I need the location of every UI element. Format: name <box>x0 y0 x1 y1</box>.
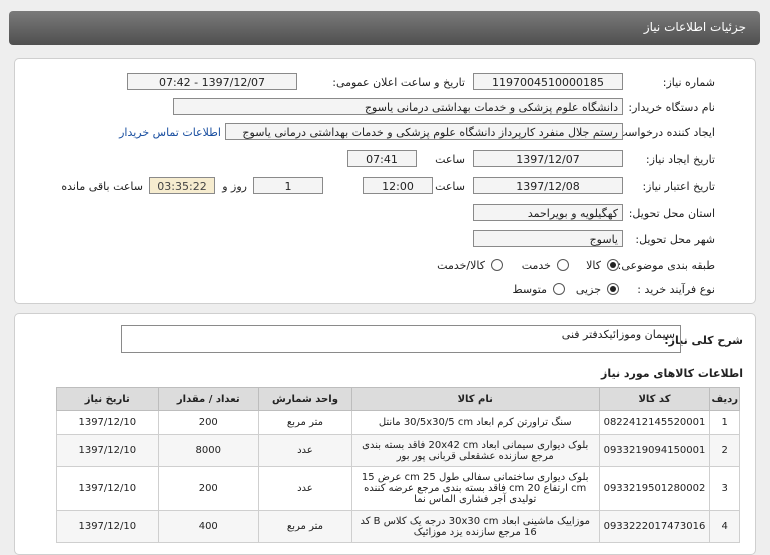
cell-name: بلوک دیواری ساختمانی سفالی طول 25 cm عرض… <box>350 466 600 511</box>
table-header-row: ردیف کد کالا نام کالا واحد شمارش تعداد /… <box>56 387 740 411</box>
contact-buyer-link[interactable]: اطلاعات تماس خریدار <box>119 126 221 139</box>
cell-index: 3 <box>709 466 740 511</box>
cell-unit: متر مربع <box>257 510 352 543</box>
category-service-radio[interactable] <box>557 259 569 271</box>
cell-date: 1397/12/10 <box>56 434 159 467</box>
category-goods-label: کالا <box>586 259 601 272</box>
valid-date-field: 1397/12/08 <box>473 177 623 194</box>
remaining-time-field: 03:35:22 <box>149 177 215 194</box>
cell-code: 0933219094150001 <box>598 434 711 467</box>
cell-index: 1 <box>709 410 740 435</box>
create-time-label: ساعت <box>435 153 465 166</box>
days-label: روز و <box>222 180 247 193</box>
need-number-field: 1197004510000185 <box>473 73 623 90</box>
buyer-field: دانشگاه علوم پزشکی و خدمات بهداشتی درمان… <box>173 98 623 115</box>
cell-name: بلوک دیواری سیمانی ابعاد 20x42 cm فاقد ب… <box>350 434 600 467</box>
goods-title: اطلاعات کالاهای مورد نیاز <box>601 367 743 380</box>
col-unit: واحد شمارش <box>257 387 352 411</box>
city-label: شهر محل تحویل: <box>635 233 715 246</box>
col-qty: تعداد / مقدار <box>157 387 259 411</box>
buyer-label: نام دستگاه خریدار: <box>628 101 715 114</box>
create-time-field: 07:41 <box>347 150 417 167</box>
page-header: جزئیات اطلاعات نیاز <box>9 11 760 45</box>
cell-index: 4 <box>709 510 740 543</box>
cell-index: 2 <box>709 434 740 467</box>
province-field: کهگیلویه و بویراحمد <box>473 204 623 221</box>
remaining-label: ساعت باقی مانده <box>61 180 143 193</box>
table-row: 4 0933222017473016 موزاییک ماشینی ابعاد … <box>56 510 740 543</box>
city-field: یاسوج <box>473 230 623 247</box>
summary-text: سیمان وموزائیکدفتر فنی <box>121 325 681 353</box>
create-date-label: تاریخ ایجاد نیاز: <box>645 153 715 166</box>
col-date: تاریخ نیاز <box>56 387 159 411</box>
cell-name: سنگ تراورتن کرم ابعاد 30/5x30/5 cm مانتل <box>350 410 600 435</box>
table-row: 2 0933219094150001 بلوک دیواری سیمانی اب… <box>56 434 740 467</box>
cell-unit: عدد <box>257 434 352 467</box>
cell-date: 1397/12/10 <box>56 510 159 543</box>
goods-panel: شرح کلی نیاز: سیمان وموزائیکدفتر فنی اطل… <box>14 313 756 555</box>
announce-field: 1397/12/07 - 07:42 <box>127 73 297 90</box>
need-details-panel: شماره نیاز: 1197004510000185 تاریخ و ساع… <box>14 58 756 304</box>
page-title: جزئیات اطلاعات نیاز <box>643 20 746 34</box>
valid-time-field: 12:00 <box>363 177 433 194</box>
cell-qty: 400 <box>157 510 259 543</box>
creator-label: ایجاد کننده درخواست: <box>613 126 715 139</box>
cell-date: 1397/12/10 <box>56 410 159 435</box>
cell-qty: 200 <box>157 466 259 511</box>
col-code: کد کالا <box>598 387 711 411</box>
process-partial-radio[interactable] <box>607 283 619 295</box>
need-number-label: شماره نیاز: <box>662 76 715 89</box>
cell-qty: 200 <box>157 410 259 435</box>
category-label: طبقه بندی موضوعی: <box>617 259 715 272</box>
cell-date: 1397/12/10 <box>56 466 159 511</box>
create-date-field: 1397/12/07 <box>473 150 623 167</box>
col-name: نام کالا <box>350 387 600 411</box>
cell-unit: عدد <box>257 466 352 511</box>
valid-date-label: تاریخ اعتبار نیاز: <box>642 180 715 193</box>
valid-time-label: ساعت <box>435 180 465 193</box>
cell-code: 0933219501280002 <box>598 466 711 511</box>
category-goods-radio[interactable] <box>607 259 619 271</box>
announce-label: تاریخ و ساعت اعلان عمومی: <box>332 76 465 89</box>
process-label: نوع فرآیند خرید : <box>637 283 715 296</box>
cell-code: 0933222017473016 <box>598 510 711 543</box>
creator-field: رستم جلال منفرد کارپرداز دانشگاه علوم پز… <box>225 123 623 140</box>
process-medium-radio[interactable] <box>553 283 565 295</box>
category-both-radio[interactable] <box>491 259 503 271</box>
cell-unit: متر مربع <box>257 410 352 435</box>
days-field: 1 <box>253 177 323 194</box>
cell-name: موزاییک ماشینی ابعاد 30x30 cm درجه یک کل… <box>350 510 600 543</box>
process-medium-label: متوسط <box>512 283 547 296</box>
category-service-label: خدمت <box>521 259 551 272</box>
category-both-label: کالا/خدمت <box>437 259 485 272</box>
cell-qty: 8000 <box>157 434 259 467</box>
col-index: ردیف <box>709 387 740 411</box>
table-row: 3 0933219501280002 بلوک دیواری ساختمانی … <box>56 466 740 511</box>
goods-table: ردیف کد کالا نام کالا واحد شمارش تعداد /… <box>56 387 740 543</box>
province-label: استان محل تحویل: <box>628 207 715 220</box>
table-row: 1 0822412145520001 سنگ تراورتن کرم ابعاد… <box>56 410 740 435</box>
cell-code: 0822412145520001 <box>598 410 711 435</box>
process-partial-label: جزیی <box>575 283 601 296</box>
